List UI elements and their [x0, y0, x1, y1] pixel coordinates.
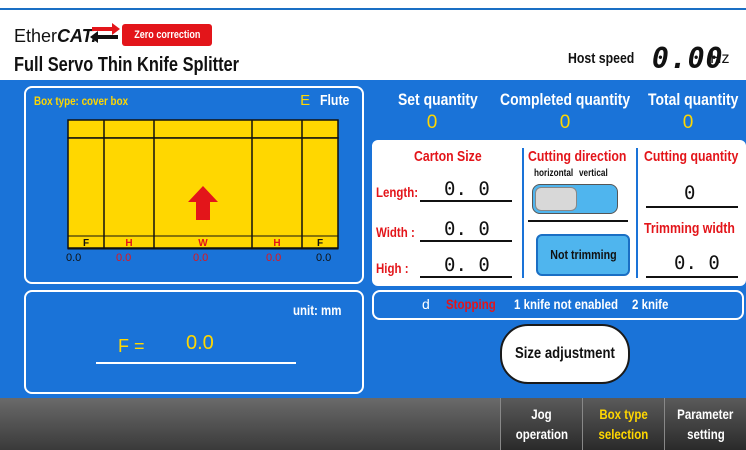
direction-underline: [528, 220, 628, 222]
cutting-quantity-underline: [646, 206, 738, 208]
segment-value: 0.0: [116, 252, 131, 264]
length-underline: [420, 200, 512, 202]
nav-param-line2: setting: [686, 426, 725, 442]
total-quantity-value: 0: [682, 112, 694, 133]
box-diagram: F H W H F 0.0 0.0 0.0 0.0 0.0: [66, 119, 339, 264]
status-d: d: [422, 296, 430, 312]
segment-label: F: [317, 238, 323, 249]
column-divider: [522, 148, 524, 278]
box-diagram-panel: Box type: cover box E Flute F H W H F 0.0…: [24, 86, 364, 284]
status-state: Stopping: [446, 296, 496, 312]
set-quantity-value[interactable]: 0: [412, 112, 452, 134]
total-quantity-label: Total quantity: [648, 90, 746, 110]
direction-toggle[interactable]: [532, 184, 618, 214]
completed-quantity-value: 0: [559, 112, 571, 133]
completed-quantity-text: Completed quantity: [500, 90, 631, 109]
zero-correction-button[interactable]: Zero correction: [122, 24, 212, 46]
trimming-width-text: Trimming width: [644, 220, 735, 237]
segment-value: 0.0: [266, 252, 281, 264]
length-label: Length:: [376, 184, 427, 200]
nav-boxtype-line2: selection: [598, 426, 649, 442]
set-quantity-text: Set quantity: [398, 90, 478, 109]
segment-value: 0.0: [316, 252, 331, 264]
box-type-label: Box type: cover box: [34, 94, 149, 108]
ethercat-logo: EtherCAT.: [14, 26, 96, 47]
carton-size-text: Carton Size: [414, 148, 482, 165]
main-area: Box type: cover box E Flute F H W H F 0.0…: [0, 80, 746, 398]
flute-label: E Flute: [300, 92, 356, 109]
high-label: High :: [376, 260, 416, 276]
trimming-width-value[interactable]: 0. 0: [674, 252, 720, 274]
segment-label: H: [125, 238, 132, 249]
trimming-width-underline: [646, 276, 738, 278]
header: EtherCAT. Zero correction Full Servo Thi…: [0, 8, 746, 82]
high-underline: [420, 276, 512, 278]
direction-options: horizontal vertical: [534, 168, 614, 179]
app-title-text: Full Servo Thin Knife Splitter: [14, 54, 240, 76]
host-speed-unit: Hz: [710, 50, 730, 67]
segment-value: 0.0: [193, 252, 208, 264]
cutting-direction-header: Cutting direction: [528, 148, 648, 165]
completed-quantity-label: Completed quantity: [500, 90, 659, 110]
segment-label: H: [273, 238, 280, 249]
jog-operation-button[interactable]: Jog operation: [500, 398, 582, 450]
knife2-status: 2 knife: [632, 296, 669, 312]
host-speed-label-text: Host speed: [568, 50, 635, 67]
logo-prefix: Ether: [14, 26, 58, 46]
direction-horizontal-label: horizontal: [534, 168, 574, 179]
width-label: Width :: [376, 224, 423, 240]
zero-correction-label: Zero correction: [133, 29, 201, 41]
nav-jog-line2: operation: [515, 426, 568, 442]
total-quantity-text: Total quantity: [648, 90, 739, 109]
top-bar: [0, 0, 746, 8]
nav-jog-line1: Jog: [531, 406, 552, 422]
host-speed-label: Host speed: [568, 50, 649, 67]
flute-text: Flute: [320, 92, 350, 109]
cutting-direction-text: Cutting direction: [528, 148, 627, 165]
length-value[interactable]: 0. 0: [444, 178, 490, 200]
segment-label: F: [83, 238, 89, 249]
nav-param-line1: Parameter: [677, 406, 734, 422]
nav-boxtype-line1: Box type: [599, 406, 648, 422]
direction-vertical-label: vertical: [578, 168, 608, 179]
f-value-panel: unit: mm F = 0.0: [24, 290, 364, 394]
width-label-text: Width :: [376, 224, 415, 240]
unit-text: unit: mm: [292, 302, 342, 318]
column-divider: [636, 148, 638, 278]
status-bar: d Stopping 1 knife not enabled 2 knife: [372, 290, 744, 320]
segment-label: W: [198, 238, 208, 249]
width-value[interactable]: 0. 0: [444, 218, 490, 240]
f-underline: [96, 362, 296, 364]
not-trimming-label: Not trimming: [549, 247, 617, 262]
parameter-setting-button[interactable]: Parameter setting: [664, 398, 746, 450]
sync-arrows-icon: [90, 23, 120, 43]
high-value[interactable]: 0. 0: [444, 254, 490, 276]
cutting-quantity-header: Cutting quantity: [644, 148, 746, 165]
not-trimming-button[interactable]: Not trimming: [536, 234, 630, 276]
bottom-nav-blank: [0, 398, 500, 450]
knife1-status: 1 knife not enabled: [514, 296, 618, 312]
cutting-quantity-text: Cutting quantity: [644, 148, 739, 165]
segment-value: 0.0: [66, 252, 81, 264]
size-table-panel: Carton Size Length: 0. 0 Width : 0. 0 Hi…: [372, 140, 746, 286]
flute-letter: E: [300, 92, 311, 109]
f-label: F =: [118, 336, 145, 356]
f-value[interactable]: 0.0: [186, 332, 214, 355]
set-quantity-label: Set quantity: [398, 90, 495, 110]
width-underline: [420, 240, 512, 242]
bottom-nav: Jog operation Box type selection Paramet…: [0, 398, 746, 450]
toggle-knob: [535, 187, 577, 211]
cutting-quantity-value[interactable]: 0: [684, 182, 695, 204]
box-type-selection-button[interactable]: Box type selection: [582, 398, 664, 450]
length-label-text: Length:: [376, 184, 419, 200]
size-adjustment-button[interactable]: Size adjustment: [500, 324, 630, 384]
size-adjustment-label: Size adjustment: [515, 345, 615, 362]
high-label-text: High :: [376, 260, 409, 276]
trimming-width-header: Trimming width: [644, 220, 746, 237]
box-type-text: Box type: cover box: [34, 94, 129, 108]
app-title: Full Servo Thin Knife Splitter: [14, 54, 288, 77]
carton-size-header: Carton Size: [414, 148, 497, 165]
unit-label: unit: mm: [293, 302, 352, 318]
